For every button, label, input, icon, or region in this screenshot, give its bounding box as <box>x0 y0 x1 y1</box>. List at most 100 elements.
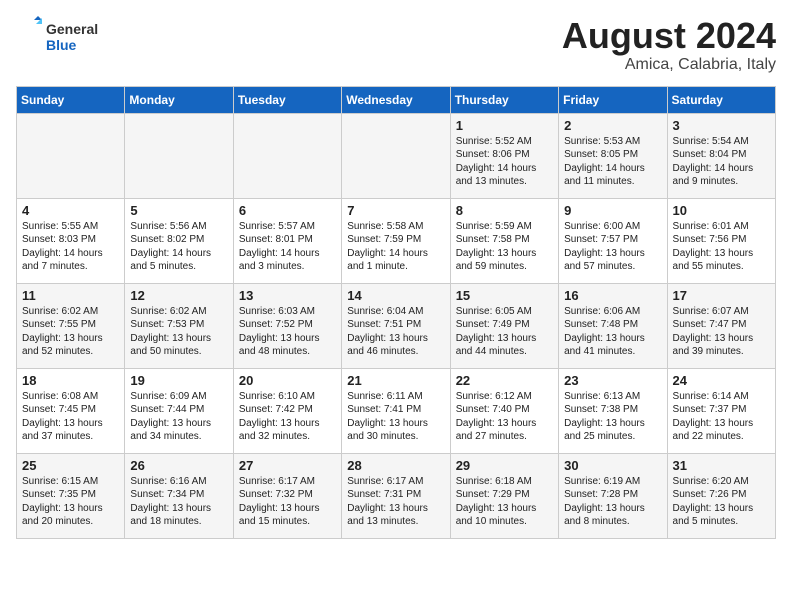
day-info: Sunrise: 6:07 AM Sunset: 7:47 PM Dayligh… <box>673 305 770 359</box>
calendar-cell: 10Sunrise: 6:01 AM Sunset: 7:56 PM Dayli… <box>667 198 775 283</box>
day-number: 19 <box>130 373 227 388</box>
svg-text:General: General <box>46 21 98 37</box>
day-number: 30 <box>564 458 661 473</box>
day-number: 13 <box>239 288 336 303</box>
day-info: Sunrise: 6:10 AM Sunset: 7:42 PM Dayligh… <box>239 390 336 444</box>
day-info: Sunrise: 6:00 AM Sunset: 7:57 PM Dayligh… <box>564 220 661 274</box>
svg-text:Blue: Blue <box>46 37 77 53</box>
week-row-3: 11 Sunrise: 6:02 AM Sunset: 7:55 PM Dayli… <box>17 283 776 368</box>
calendar-cell <box>233 113 341 198</box>
day-number: 23 <box>564 373 661 388</box>
day-number: 8 <box>456 203 553 218</box>
calendar-cell: 8 Sunrise: 5:59 AM Sunset: 7:58 PM Daylig… <box>450 198 558 283</box>
calendar-body: 1 Sunrise: 5:52 AM Sunset: 8:06 PM Daylig… <box>17 113 776 538</box>
day-info: Sunrise: 6:09 AM Sunset: 7:44 PM Dayligh… <box>130 390 227 444</box>
day-number: 28 <box>347 458 444 473</box>
day-number: 24 <box>673 373 770 388</box>
header-day-tuesday: Tuesday <box>233 86 341 113</box>
calendar-cell: 21 Sunrise: 6:11 AM Sunset: 7:41 PM Dayli… <box>342 368 450 453</box>
calendar-cell: 23Sunrise: 6:13 AM Sunset: 7:38 PM Dayli… <box>559 368 667 453</box>
calendar-cell <box>125 113 233 198</box>
day-info: Sunrise: 6:02 AM Sunset: 7:55 PM Dayligh… <box>22 305 119 359</box>
calendar-cell: 18Sunrise: 6:08 AM Sunset: 7:45 PM Dayli… <box>17 368 125 453</box>
day-number: 15 <box>456 288 553 303</box>
day-number: 10 <box>673 203 770 218</box>
day-number: 20 <box>239 373 336 388</box>
calendar-cell: 12 Sunrise: 6:02 AM Sunset: 7:53 PM Dayli… <box>125 283 233 368</box>
calendar-cell: 6Sunrise: 5:57 AM Sunset: 8:01 PM Daylig… <box>233 198 341 283</box>
header-day-monday: Monday <box>125 86 233 113</box>
day-number: 31 <box>673 458 770 473</box>
day-info: Sunrise: 6:04 AM Sunset: 7:51 PM Dayligh… <box>347 305 444 359</box>
calendar-cell: 27 Sunrise: 6:17 AM Sunset: 7:32 PM Dayli… <box>233 453 341 538</box>
day-number: 21 <box>347 373 444 388</box>
calendar-cell: 2 Sunrise: 5:53 AM Sunset: 8:05 PM Daylig… <box>559 113 667 198</box>
day-number: 27 <box>239 458 336 473</box>
day-info: Sunrise: 5:56 AM Sunset: 8:02 PM Dayligh… <box>130 220 227 274</box>
calendar-cell: 5Sunrise: 5:56 AM Sunset: 8:02 PM Daylig… <box>125 198 233 283</box>
header-day-saturday: Saturday <box>667 86 775 113</box>
week-row-1: 1 Sunrise: 5:52 AM Sunset: 8:06 PM Daylig… <box>17 113 776 198</box>
calendar-cell: 29 Sunrise: 6:18 AM Sunset: 7:29 PM Dayli… <box>450 453 558 538</box>
day-info: Sunrise: 6:17 AM Sunset: 7:32 PM Dayligh… <box>239 475 336 529</box>
logo: General Blue <box>16 16 126 56</box>
day-info: Sunrise: 5:55 AM Sunset: 8:03 PM Dayligh… <box>22 220 119 274</box>
calendar-header: SundayMondayTuesdayWednesdayThursdayFrid… <box>17 86 776 113</box>
header-day-friday: Friday <box>559 86 667 113</box>
calendar-cell: 4Sunrise: 5:55 AM Sunset: 8:03 PM Daylig… <box>17 198 125 283</box>
day-info: Sunrise: 6:12 AM Sunset: 7:40 PM Dayligh… <box>456 390 553 444</box>
day-number: 26 <box>130 458 227 473</box>
calendar-table: SundayMondayTuesdayWednesdayThursdayFrid… <box>16 86 776 539</box>
day-info: Sunrise: 5:54 AM Sunset: 8:04 PM Dayligh… <box>673 135 770 189</box>
calendar-cell: 20 Sunrise: 6:10 AM Sunset: 7:42 PM Dayli… <box>233 368 341 453</box>
day-info: Sunrise: 6:11 AM Sunset: 7:41 PM Dayligh… <box>347 390 444 444</box>
day-number: 29 <box>456 458 553 473</box>
calendar-cell: 9 Sunrise: 6:00 AM Sunset: 7:57 PM Daylig… <box>559 198 667 283</box>
day-info: Sunrise: 5:53 AM Sunset: 8:05 PM Dayligh… <box>564 135 661 189</box>
day-info: Sunrise: 6:17 AM Sunset: 7:31 PM Dayligh… <box>347 475 444 529</box>
day-number: 25 <box>22 458 119 473</box>
calendar-cell: 15Sunrise: 6:05 AM Sunset: 7:49 PM Dayli… <box>450 283 558 368</box>
day-info: Sunrise: 6:20 AM Sunset: 7:26 PM Dayligh… <box>673 475 770 529</box>
day-number: 22 <box>456 373 553 388</box>
calendar-cell: 13 Sunrise: 6:03 AM Sunset: 7:52 PM Dayli… <box>233 283 341 368</box>
calendar-cell: 31 Sunrise: 6:20 AM Sunset: 7:26 PM Dayli… <box>667 453 775 538</box>
day-number: 16 <box>564 288 661 303</box>
day-number: 11 <box>22 288 119 303</box>
day-info: Sunrise: 5:59 AM Sunset: 7:58 PM Dayligh… <box>456 220 553 274</box>
page-header: General Blue August 2024 Amica, Calabria… <box>16 16 776 74</box>
calendar-cell: 30Sunrise: 6:19 AM Sunset: 7:28 PM Dayli… <box>559 453 667 538</box>
day-number: 12 <box>130 288 227 303</box>
calendar-cell: 24 Sunrise: 6:14 AM Sunset: 7:37 PM Dayli… <box>667 368 775 453</box>
day-number: 2 <box>564 118 661 133</box>
calendar-cell <box>17 113 125 198</box>
calendar-cell: 16Sunrise: 6:06 AM Sunset: 7:48 PM Dayli… <box>559 283 667 368</box>
day-info: Sunrise: 6:15 AM Sunset: 7:35 PM Dayligh… <box>22 475 119 529</box>
calendar-cell: 14 Sunrise: 6:04 AM Sunset: 7:51 PM Dayli… <box>342 283 450 368</box>
day-number: 9 <box>564 203 661 218</box>
calendar-cell <box>342 113 450 198</box>
logo-svg: General Blue <box>16 16 126 56</box>
calendar-cell: 3 Sunrise: 5:54 AM Sunset: 8:04 PM Daylig… <box>667 113 775 198</box>
day-number: 1 <box>456 118 553 133</box>
day-info: Sunrise: 6:08 AM Sunset: 7:45 PM Dayligh… <box>22 390 119 444</box>
day-info: Sunrise: 6:02 AM Sunset: 7:53 PM Dayligh… <box>130 305 227 359</box>
day-info: Sunrise: 6:14 AM Sunset: 7:37 PM Dayligh… <box>673 390 770 444</box>
day-number: 17 <box>673 288 770 303</box>
title-block: August 2024 Amica, Calabria, Italy <box>562 16 776 74</box>
day-info: Sunrise: 6:03 AM Sunset: 7:52 PM Dayligh… <box>239 305 336 359</box>
week-row-5: 25 Sunrise: 6:15 AM Sunset: 7:35 PM Dayli… <box>17 453 776 538</box>
day-number: 7 <box>347 203 444 218</box>
day-number: 14 <box>347 288 444 303</box>
day-info: Sunrise: 5:57 AM Sunset: 8:01 PM Dayligh… <box>239 220 336 274</box>
header-day-thursday: Thursday <box>450 86 558 113</box>
main-title: August 2024 <box>562 16 776 56</box>
calendar-cell: 11 Sunrise: 6:02 AM Sunset: 7:55 PM Dayli… <box>17 283 125 368</box>
day-info: Sunrise: 5:52 AM Sunset: 8:06 PM Dayligh… <box>456 135 553 189</box>
calendar-cell: 17 Sunrise: 6:07 AM Sunset: 7:47 PM Dayli… <box>667 283 775 368</box>
calendar-cell: 25 Sunrise: 6:15 AM Sunset: 7:35 PM Dayli… <box>17 453 125 538</box>
day-number: 3 <box>673 118 770 133</box>
day-info: Sunrise: 6:18 AM Sunset: 7:29 PM Dayligh… <box>456 475 553 529</box>
week-row-4: 18Sunrise: 6:08 AM Sunset: 7:45 PM Dayli… <box>17 368 776 453</box>
calendar-cell: 19 Sunrise: 6:09 AM Sunset: 7:44 PM Dayli… <box>125 368 233 453</box>
